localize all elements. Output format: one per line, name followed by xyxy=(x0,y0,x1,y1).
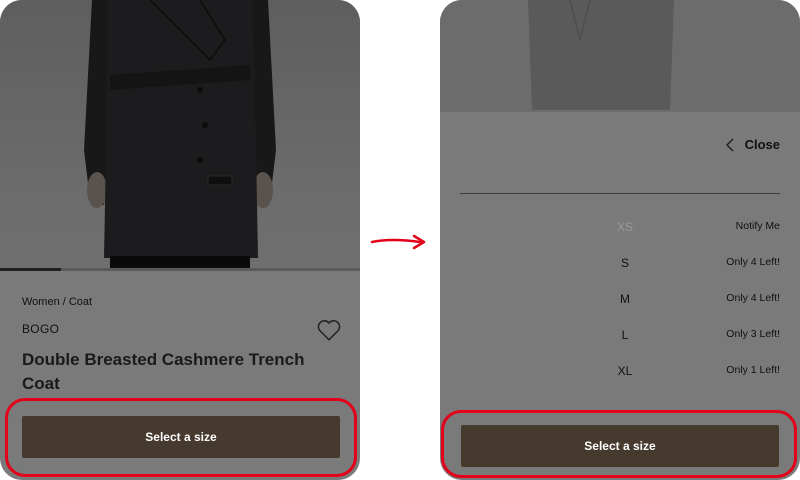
product-image xyxy=(440,0,800,112)
size-option-label: S xyxy=(620,256,629,270)
size-option-label: M xyxy=(620,292,630,306)
size-option-row[interactable]: S Only 4 Left! xyxy=(440,246,800,282)
heart-icon[interactable] xyxy=(316,318,342,342)
product-detail-screen: Women / Coat BOGO Double Breasted Cashme… xyxy=(0,0,360,480)
coat-illustration xyxy=(84,0,276,268)
breadcrumb[interactable]: Women / Coat xyxy=(22,296,338,308)
image-carousel-progress xyxy=(0,268,360,271)
stock-status: Only 4 Left! xyxy=(726,256,780,268)
size-option-row[interactable]: XS Notify Me xyxy=(440,210,800,246)
size-option-label: XL xyxy=(617,364,633,378)
stock-status: Only 1 Left! xyxy=(726,364,780,376)
select-size-button[interactable]: Select a size xyxy=(22,416,340,458)
stock-status: Only 4 Left! xyxy=(726,292,780,304)
size-option-label: XS xyxy=(616,220,633,234)
select-size-button[interactable]: Select a size xyxy=(461,425,779,467)
size-option-row[interactable]: XL Only 1 Left! xyxy=(440,354,800,390)
divider xyxy=(460,193,780,194)
carousel-progress-fill xyxy=(0,268,62,271)
stock-status: Notify Me xyxy=(735,220,780,232)
stock-status: Only 3 Left! xyxy=(726,328,780,340)
product-title: Double Breasted Cashmere Trench Coat xyxy=(22,350,305,393)
size-option-row[interactable]: M Only 4 Left! xyxy=(440,282,800,318)
arrow-icon xyxy=(370,234,426,250)
chevron-left-icon xyxy=(725,137,734,152)
close-button[interactable]: Close xyxy=(725,137,780,152)
size-selector-screen: Close XS Notify Me S Only 4 Left! M Only 4 Le… xyxy=(440,0,800,480)
coat-illustration xyxy=(528,0,674,110)
promo-label: BOGO xyxy=(22,322,60,336)
size-option-label: L xyxy=(621,328,629,342)
product-image[interactable] xyxy=(0,0,360,268)
close-label: Close xyxy=(744,137,780,152)
size-option-row[interactable]: L Only 3 Left! xyxy=(440,318,800,354)
